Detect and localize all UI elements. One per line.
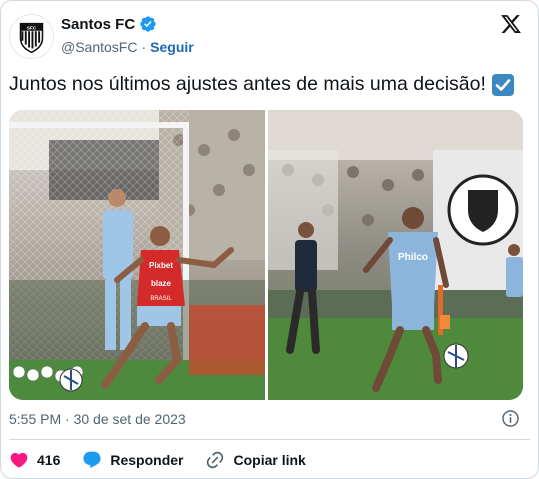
tweet-timestamp[interactable]: 5:55 PM · 30 de set de 2023 xyxy=(9,411,186,427)
like-button[interactable]: 416 xyxy=(9,450,60,470)
like-count: 416 xyxy=(37,452,61,468)
separator-dot: · xyxy=(141,39,147,55)
photo-left[interactable]: Pixbet blaze BRASIL xyxy=(9,110,265,400)
tweet-text: Juntos nos últimos ajustes antes de mais… xyxy=(9,73,486,95)
heart-icon xyxy=(10,452,28,468)
photo-right[interactable]: Philco xyxy=(268,110,523,400)
media-gallery[interactable]: Pixbet blaze BRASIL Philco xyxy=(9,110,523,400)
speech-bubble-icon xyxy=(83,451,101,469)
check-box-emoji xyxy=(491,73,514,96)
follow-button[interactable]: Seguir xyxy=(150,39,194,55)
shirt-text-2: blaze xyxy=(151,279,172,288)
shirt-text-1: Pixbet xyxy=(149,261,173,270)
shirt-text-3: BRASIL xyxy=(150,296,172,302)
shirt-text-right: Philco xyxy=(398,252,428,263)
info-icon[interactable] xyxy=(501,409,520,428)
account-name[interactable]: Santos FC xyxy=(61,16,135,33)
verified-badge-icon xyxy=(140,16,156,32)
reply-label: Responder xyxy=(110,452,184,468)
svg-text:SFC: SFC xyxy=(27,25,37,31)
x-logo-icon[interactable] xyxy=(500,13,522,35)
santos-crest-icon: SFC xyxy=(19,22,44,54)
reply-button[interactable]: Responder xyxy=(82,450,183,470)
link-icon xyxy=(207,451,224,469)
copy-link-button[interactable]: Copiar link xyxy=(205,450,306,470)
avatar[interactable]: SFC xyxy=(9,14,54,59)
divider xyxy=(9,439,530,440)
tweet-card: SFC Santos FC @SantosFC · Seguir Juntos … xyxy=(0,0,539,479)
account-handle[interactable]: @SantosFC xyxy=(61,39,137,55)
copy-link-label: Copiar link xyxy=(233,452,306,468)
